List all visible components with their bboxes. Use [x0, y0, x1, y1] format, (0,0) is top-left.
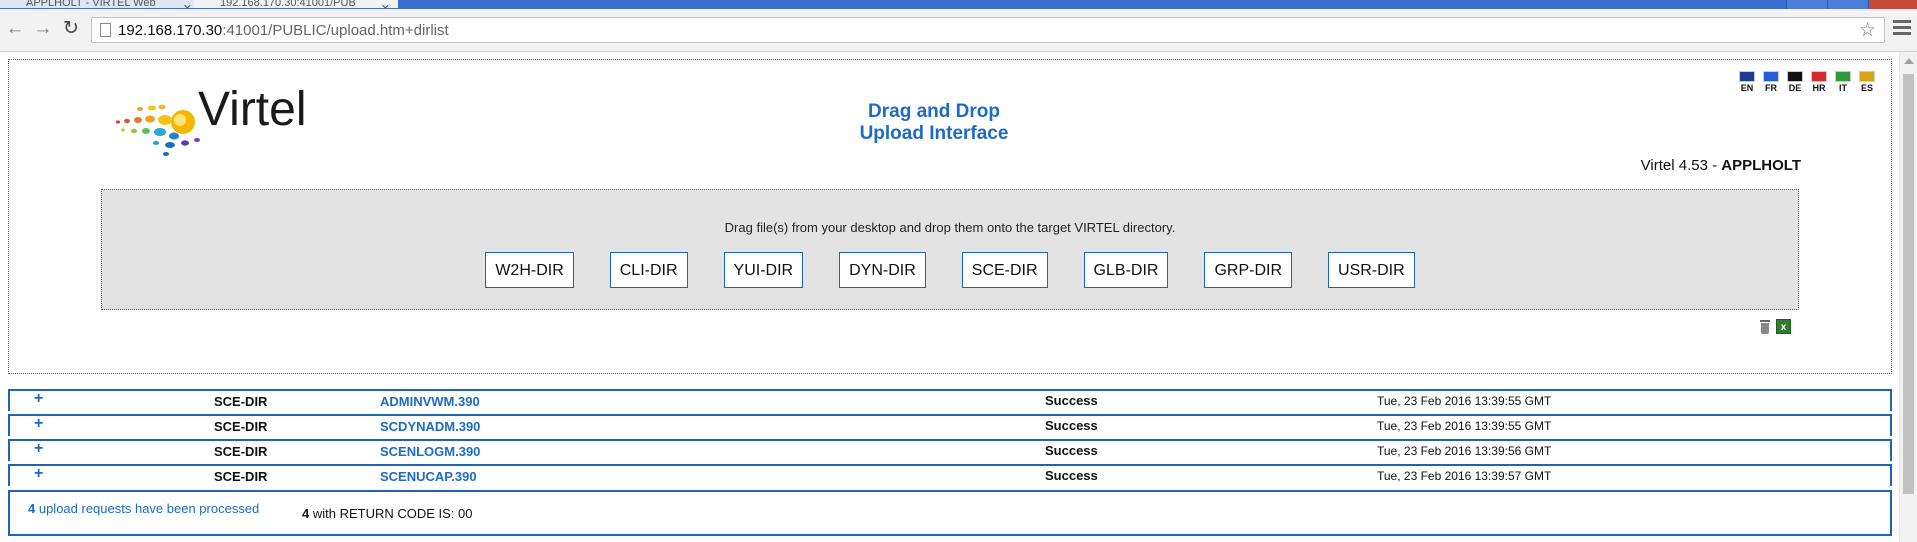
- close-icon[interactable]: ✕: [381, 0, 390, 8]
- upload-row: + SCE-DIR ADMINVWM.390 Success Tue, 23 Feb 2…: [8, 389, 1892, 411]
- browser-tabstrip: APPLHOLT - VIRTEL Web ✕ 192.168.170.30:4…: [0, 0, 1917, 9]
- forward-arrow-icon[interactable]: →: [32, 18, 54, 40]
- flag-icon: [1811, 71, 1827, 82]
- flag-icon: [1739, 71, 1755, 82]
- browser-tab-1[interactable]: APPLHOLT - VIRTEL Web ✕: [0, 0, 200, 8]
- language-flag-fr[interactable]: FR: [1762, 71, 1780, 93]
- language-flag-hr[interactable]: HR: [1810, 71, 1828, 93]
- directory-target-cli-dir[interactable]: CLI-DIR: [609, 252, 688, 288]
- directory-target-yui-dir[interactable]: YUI-DIR: [723, 252, 804, 288]
- upload-directory: SCE-DIR: [214, 444, 268, 459]
- page-title-line2: Upload Interface: [859, 123, 1009, 144]
- language-flag-it[interactable]: IT: [1834, 71, 1852, 93]
- bookmark-star-icon[interactable]: ☆: [1859, 19, 1876, 42]
- directory-target-w2h-dir[interactable]: W2H-DIR: [485, 252, 574, 288]
- drop-zone[interactable]: Drag file(s) from your desktop and drop …: [101, 189, 1799, 310]
- return-code-label: with RETURN CODE IS: 00: [309, 506, 473, 521]
- trash-icon[interactable]: [1758, 319, 1772, 335]
- expand-button[interactable]: +: [34, 390, 43, 408]
- scrollbar-thumb[interactable]: [1903, 74, 1914, 494]
- language-code: IT: [1839, 83, 1847, 93]
- menu-icon[interactable]: [1893, 20, 1911, 38]
- upload-directory: SCE-DIR: [214, 394, 268, 409]
- upload-timestamp: Tue, 23 Feb 2016 13:39:56 GMT: [1377, 444, 1552, 458]
- directory-target-glb-dir[interactable]: GLB-DIR: [1083, 252, 1169, 288]
- minimize-button[interactable]: [1786, 0, 1827, 9]
- directory-target-grp-dir[interactable]: GRP-DIR: [1204, 252, 1293, 288]
- expand-button[interactable]: +: [34, 415, 43, 433]
- upload-row: + SCE-DIR SCENUCAP.390 Success Tue, 23 Feb 2…: [8, 464, 1892, 486]
- page-title-line1: Drag and Drop: [868, 101, 1000, 122]
- directory-target-sce-dir[interactable]: SCE-DIR: [961, 252, 1048, 288]
- upload-status: Success: [1045, 443, 1098, 458]
- upload-timestamp: Tue, 23 Feb 2016 13:39:55 GMT: [1377, 394, 1552, 408]
- browser-tab-2[interactable]: 192.168.170.30:41001/PUB ✕: [194, 0, 398, 8]
- language-flag-de[interactable]: DE: [1786, 71, 1804, 93]
- upload-timestamp: Tue, 23 Feb 2016 13:39:57 GMT: [1377, 469, 1552, 483]
- upload-status: Success: [1045, 418, 1098, 433]
- address-bar[interactable]: 192.168.170.30:41001/PUBLIC/upload.htm+d…: [91, 17, 1885, 43]
- url-host: 192.168.170.30: [118, 22, 223, 39]
- close-icon[interactable]: ✕: [183, 0, 192, 8]
- expand-button[interactable]: +: [34, 440, 43, 458]
- upload-row: + SCE-DIR SCENLOGM.390 Success Tue, 23 Feb 2…: [8, 439, 1892, 461]
- back-arrow-icon[interactable]: ←: [4, 18, 26, 40]
- window-controls: [1786, 0, 1917, 9]
- upload-status: Success: [1045, 468, 1098, 483]
- maximize-button[interactable]: [1827, 0, 1868, 9]
- application-name: APPLHOLT: [1721, 157, 1801, 174]
- upload-filename[interactable]: SCENLOGM.390: [380, 444, 480, 459]
- upload-row: + SCE-DIR SCDYNADM.390 Success Tue, 23 Feb 2…: [8, 414, 1892, 436]
- flag-icon: [1787, 71, 1803, 82]
- upload-filename[interactable]: ADMINVWM.390: [380, 394, 480, 409]
- directory-targets: W2H-DIR CLI-DIR YUI-DIR DYN-DIR SCE-DIR GLB-D…: [102, 252, 1798, 288]
- upload-list: + SCE-DIR ADMINVWM.390 Success Tue, 23 Feb 2…: [8, 389, 1892, 486]
- tab-title: 192.168.170.30:41001/PUB: [220, 0, 356, 8]
- excel-export-icon[interactable]: x: [1776, 319, 1791, 334]
- close-window-button[interactable]: [1868, 0, 1917, 9]
- drop-instructions: Drag file(s) from your desktop and drop …: [724, 220, 1176, 235]
- directory-target-dyn-dir[interactable]: DYN-DIR: [839, 252, 926, 288]
- flag-icon: [1835, 71, 1851, 82]
- language-code: ES: [1860, 83, 1873, 93]
- language-code: DE: [1788, 83, 1802, 93]
- upload-filename[interactable]: SCENUCAP.390: [380, 469, 477, 484]
- upload-directory: SCE-DIR: [214, 469, 268, 484]
- vertical-scrollbar[interactable]: [1899, 52, 1917, 542]
- upload-timestamp: Tue, 23 Feb 2016 13:39:55 GMT: [1377, 419, 1552, 433]
- tab-title: APPLHOLT - VIRTEL Web: [26, 0, 156, 8]
- language-code: HR: [1812, 83, 1826, 93]
- upload-status: Success: [1045, 393, 1098, 408]
- upload-directory: SCE-DIR: [214, 419, 268, 434]
- version-info: Virtel 4.53 - APPLHOLT: [1641, 157, 1801, 174]
- language-flag-en[interactable]: EN: [1738, 71, 1756, 93]
- reload-icon[interactable]: ↻: [60, 18, 82, 40]
- processed-label: upload requests have been processed: [35, 501, 260, 516]
- processed-count-text: 4 upload requests have been processed: [28, 501, 259, 516]
- scroll-up-icon[interactable]: [1904, 58, 1914, 64]
- directory-target-usr-dir[interactable]: USR-DIR: [1328, 252, 1415, 288]
- language-selector: EN FR DE HR IT ES: [1738, 71, 1876, 93]
- expand-button[interactable]: +: [34, 465, 43, 483]
- upload-summary: 4 upload requests have been processed 4 …: [8, 490, 1892, 536]
- tool-icons: x: [1758, 319, 1791, 335]
- flag-icon: [1859, 71, 1875, 82]
- upload-filename[interactable]: SCDYNADM.390: [380, 419, 480, 434]
- language-code: EN: [1740, 83, 1754, 93]
- return-code-text: 4 with RETURN CODE IS: 00: [302, 506, 473, 521]
- language-flag-es[interactable]: ES: [1858, 71, 1876, 93]
- url-path: :41001/PUBLIC/upload.htm+dirlist: [222, 22, 449, 39]
- page-icon: [100, 23, 111, 37]
- browser-toolbar: ← → ↻ 192.168.170.30:41001/PUBLIC/upload…: [0, 9, 1917, 52]
- flag-icon: [1763, 71, 1779, 82]
- url-text[interactable]: 192.168.170.30:41001/PUBLIC/upload.htm+d…: [118, 22, 449, 39]
- version-label: Virtel 4.53 -: [1640, 157, 1722, 174]
- language-code: FR: [1765, 83, 1777, 93]
